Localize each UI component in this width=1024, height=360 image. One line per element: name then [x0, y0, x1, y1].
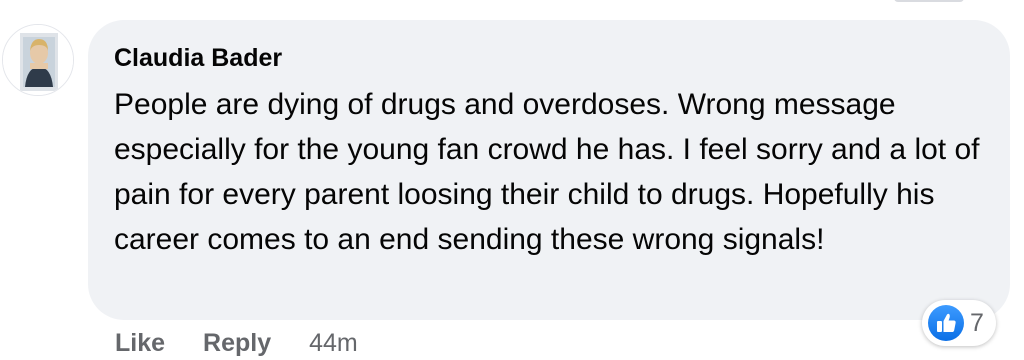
comment-text: People are dying of drugs and overdoses.… — [114, 88, 980, 256]
reaction-count: 7 — [970, 308, 984, 337]
thumbs-up-icon — [928, 305, 964, 341]
comment-thread: Claudia Bader People are dying of drugs … — [0, 0, 1024, 360]
comment-timestamp[interactable]: 44m — [309, 326, 358, 360]
comment-actions: Like Reply 44m — [115, 326, 358, 360]
avatar[interactable] — [2, 24, 74, 96]
like-button[interactable]: Like — [115, 326, 165, 360]
previous-comment-edge — [894, 0, 964, 2]
reaction-summary[interactable]: 7 — [922, 300, 996, 346]
profile-photo-icon — [3, 25, 73, 95]
reply-button[interactable]: Reply — [203, 326, 271, 360]
comment-author[interactable]: Claudia Bader — [114, 42, 984, 74]
comment-bubble: Claudia Bader People are dying of drugs … — [88, 20, 1010, 320]
